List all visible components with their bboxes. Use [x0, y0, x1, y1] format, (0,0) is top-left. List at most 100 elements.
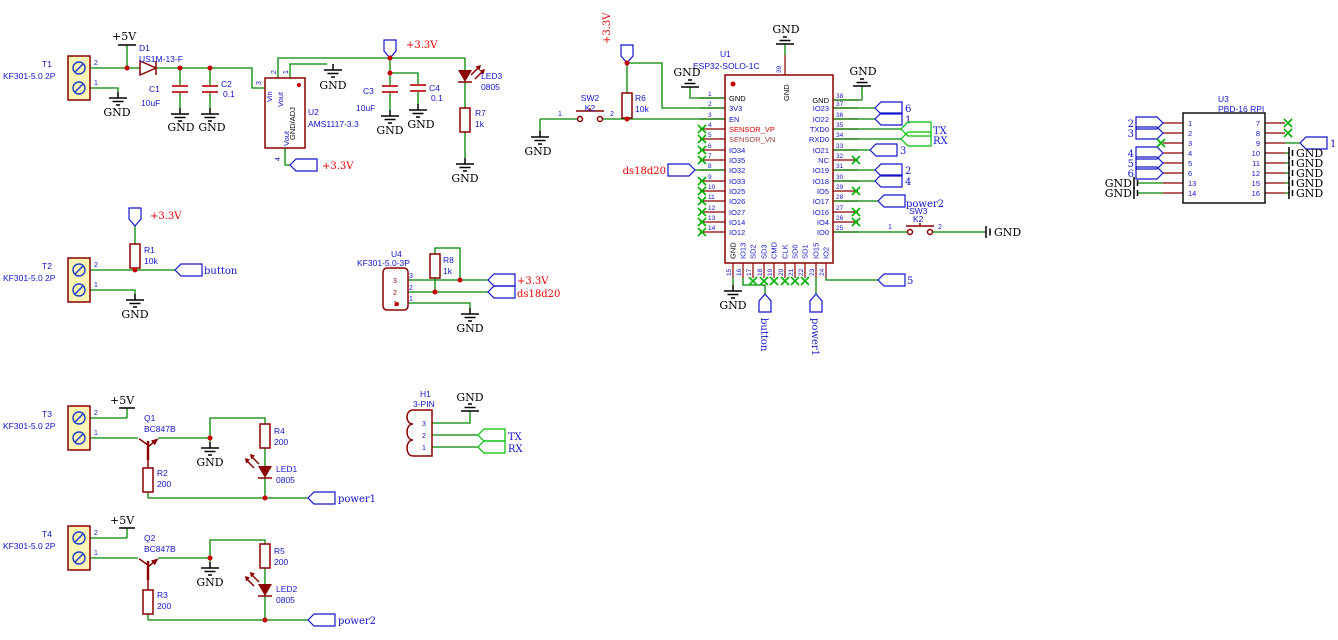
r2-resistor[interactable]: R2 200	[142, 467, 171, 493]
r8-resistor[interactable]: R8 1k	[429, 253, 454, 279]
net-flag-icon	[620, 44, 634, 64]
led1[interactable]: LED1 0805	[245, 454, 298, 485]
power1-flag-t3[interactable]: power1	[307, 491, 376, 505]
rx-flag-h1[interactable]: RX	[477, 440, 524, 455]
u3-left-gnd-ports[interactable]: GND GND	[1105, 177, 1139, 200]
c3-capacitor[interactable]: C3 10uF	[356, 85, 398, 113]
gnd-symbol	[200, 441, 220, 456]
u4-inner-pin3: 3	[393, 278, 397, 285]
r1-resistor[interactable]: R1 10k	[129, 243, 158, 269]
c1-capacitor[interactable]: C1 10uF	[141, 84, 188, 108]
d1-ref: D1	[139, 43, 150, 53]
power1-flag-u1[interactable]: power1	[809, 293, 823, 356]
sw3-button[interactable]: 1 2 SW3 K2	[888, 206, 942, 236]
t2-ref: T2	[42, 261, 52, 271]
button-flag-u1[interactable]: button	[758, 293, 772, 352]
t3-terminal[interactable]	[67, 405, 91, 451]
u1-ref: U1	[720, 49, 731, 59]
p33v-label: +3.3V	[406, 40, 438, 51]
p33v-flag-u2out[interactable]: +3.3V	[289, 158, 354, 172]
plus5v-symbol[interactable]: +5V	[112, 30, 137, 46]
u1-esp32[interactable]: U1 ESP32-SOLO-1C 39 GND 1 2 3 4 5 6 7 8 …	[693, 49, 844, 276]
pin-name: SD2	[749, 244, 758, 259]
pin-number: 31	[836, 163, 844, 170]
u4-connector[interactable]: 3 2 1 3 2 1 U4 KF301-5.0-3P	[357, 249, 413, 311]
t3-pin1-num: 1	[94, 430, 98, 437]
sw2-ref: SW2	[581, 93, 600, 103]
gnd-symbol	[530, 130, 550, 145]
u3-header[interactable]: U3 PBD-16 RPI 1 2 3 4 5 6 13 14 7 8 9 10…	[1182, 94, 1266, 204]
net-label: 5	[907, 276, 913, 287]
r5-resistor[interactable]: R5 200	[259, 543, 288, 569]
c2-capacitor[interactable]: C2 0.1	[202, 79, 235, 99]
u4-pin3-num: 3	[409, 273, 413, 280]
plus5v-symbol-t4[interactable]: +5V	[110, 514, 135, 529]
pin-name: IO17	[813, 197, 829, 206]
net-flag-4[interactable]: 4	[874, 174, 911, 188]
pin-name: IO34	[729, 146, 745, 155]
pin-number: 9	[1256, 139, 1260, 148]
net-label: 2	[905, 166, 911, 177]
power2-flag-t4[interactable]: power2	[307, 613, 376, 627]
pin-name: SD3	[760, 244, 769, 259]
pin-name: IO13	[739, 243, 748, 259]
net-label: 6	[905, 104, 911, 115]
t4-terminal[interactable]	[67, 525, 91, 571]
pin-number: 1	[1188, 119, 1192, 128]
ds18d20-flag-u4[interactable]: ds18d20	[487, 285, 560, 300]
u2-pin2-num: 2	[271, 70, 278, 74]
net-label: 1	[1330, 139, 1336, 150]
p33v-label: +3.3V	[322, 161, 354, 172]
u2-pin1-num: 1	[283, 70, 290, 74]
h1-pin3-num: 3	[422, 421, 426, 428]
q1-transistor[interactable]: Q1 BC847B	[138, 413, 176, 468]
pin-name: IO12	[729, 228, 745, 237]
r7-resistor[interactable]: R7 1k	[459, 107, 486, 133]
gnd-label: GND	[196, 456, 223, 469]
h1-header[interactable]: H1 3-PIN 3 2 1	[406, 389, 435, 457]
pin-number: 11	[708, 194, 715, 201]
p33v-flag-r6[interactable]: +3.3V	[602, 12, 634, 64]
d1-value: US1M-13-F	[139, 54, 183, 64]
r6-resistor[interactable]: R6 10k	[621, 92, 649, 119]
sw2-button[interactable]: 1 2 SW2 K2	[558, 93, 614, 123]
u3-left-flags[interactable]: 2 3 4 5 6	[1128, 116, 1164, 180]
ds18d20-flag-u1[interactable]: ds18d20	[623, 163, 696, 177]
gnd-label: GND	[167, 121, 194, 134]
q2-transistor[interactable]: Q2 BC847B	[138, 533, 176, 590]
pin-number: 6	[1188, 169, 1192, 178]
plus5v-symbol-t3[interactable]: +5V	[110, 394, 135, 409]
t2-terminal[interactable]	[67, 257, 91, 303]
button-net-flag[interactable]: button	[174, 263, 238, 277]
no-connect-icon	[1283, 118, 1293, 128]
led2[interactable]: LED2 0805	[245, 572, 298, 605]
net-flag-icon	[758, 293, 772, 313]
p33v-flag-r1[interactable]: +3.3V	[128, 207, 182, 227]
r3-resistor[interactable]: R3 200	[142, 589, 171, 615]
t4-pin2-num: 2	[94, 530, 98, 537]
pin-number: 29	[836, 184, 844, 191]
p33v-flag-u4[interactable]: +3.3V	[487, 273, 549, 287]
t4-pin1-num: 1	[94, 550, 98, 557]
u4-value: KF301-5.0-3P	[357, 258, 410, 268]
gnd-symbol	[460, 307, 480, 322]
gnd-symbol	[853, 78, 871, 87]
pin-number: 30	[836, 174, 844, 181]
gnd-label: GND	[524, 145, 551, 158]
pin-number: 34	[836, 132, 844, 139]
net-flag-3[interactable]: 3	[869, 143, 906, 157]
c4-capacitor[interactable]: C4 0.1	[410, 83, 443, 103]
t1-terminal[interactable]	[67, 55, 91, 101]
pin-name: IO26	[729, 197, 745, 206]
c2-ref: C2	[221, 79, 232, 89]
p33v-flag-rail[interactable]: +3.3V	[383, 39, 438, 59]
d1-diode[interactable]: D1 US1M-13-F	[139, 43, 183, 77]
pin-number: 16	[736, 268, 743, 276]
net-flag-5[interactable]: 5	[877, 273, 913, 287]
pin-number: 25	[836, 225, 844, 232]
r4-resistor[interactable]: R4 200	[259, 423, 288, 449]
gnd-port-sw3[interactable]: GND	[985, 226, 1021, 239]
u3-right-gnd-ports[interactable]: GND GND GND GND GND	[1288, 147, 1323, 200]
r2-ref: R2	[157, 468, 168, 478]
p33v-label: +3.3V	[602, 12, 613, 44]
